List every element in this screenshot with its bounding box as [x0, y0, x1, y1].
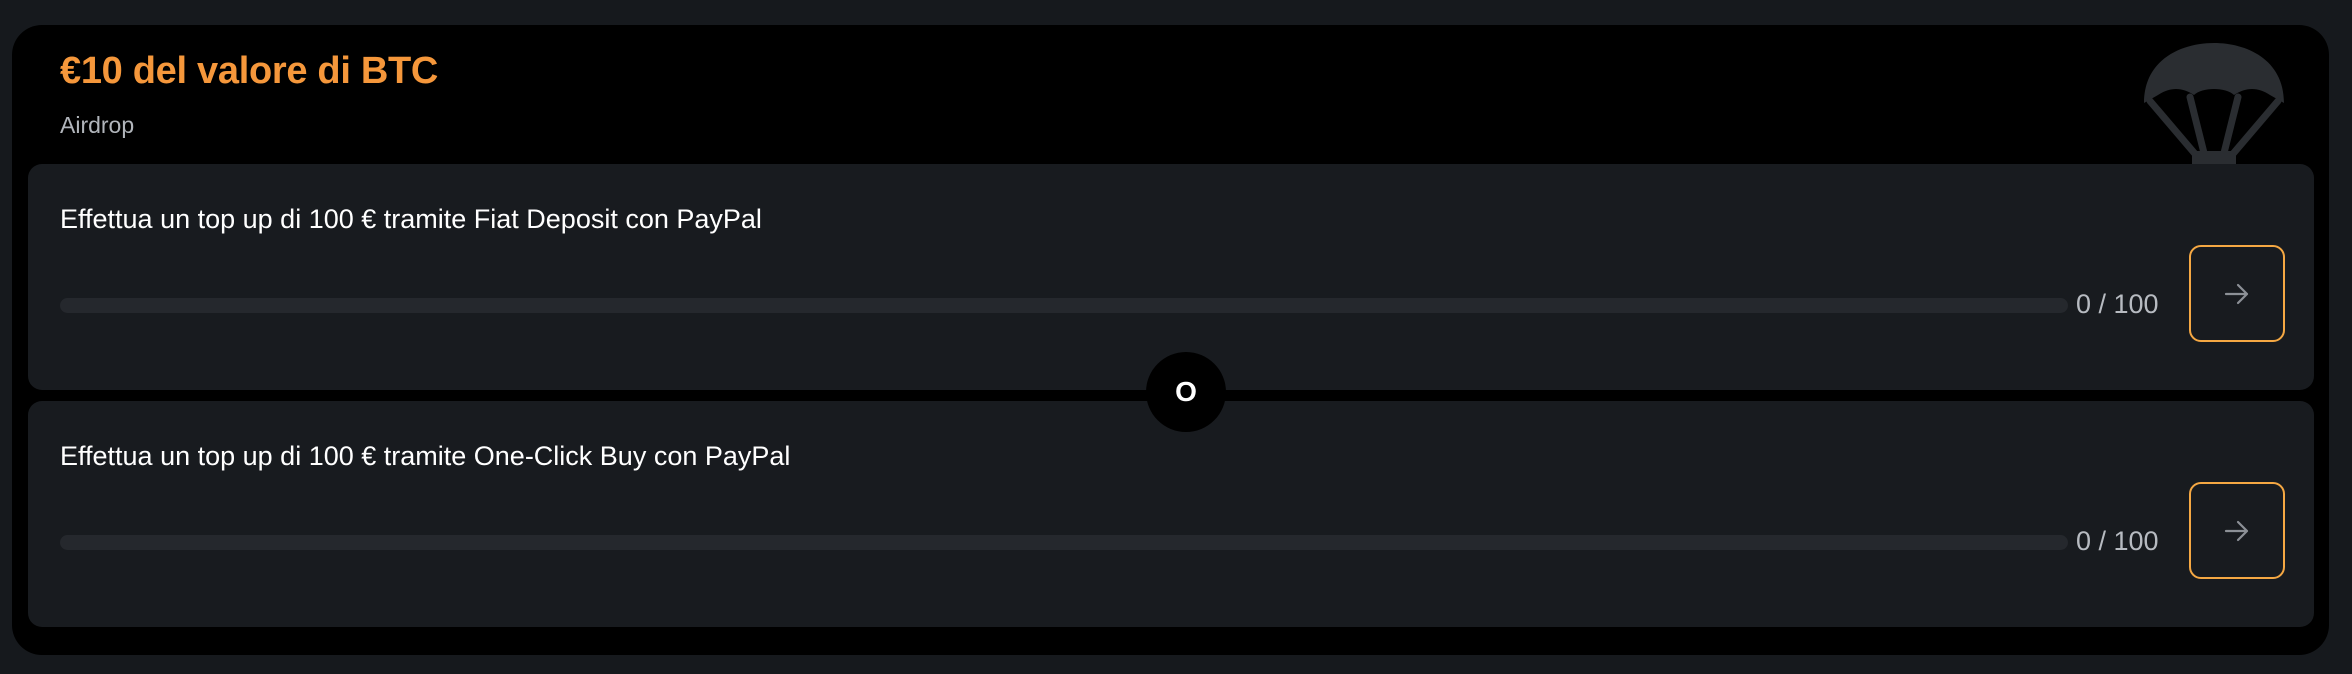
reward-title: €10 del valore di BTC	[60, 50, 439, 92]
progress-bar	[60, 535, 2068, 550]
reward-card: €10 del valore di BTC Airdrop Effettua u…	[12, 25, 2329, 655]
reward-subtitle: Airdrop	[60, 112, 135, 138]
progress-count: 0 / 100	[2076, 289, 2159, 319]
arrow-right-icon	[2224, 520, 2249, 541]
or-separator: O	[1146, 352, 1226, 432]
page: €10 del valore di BTC Airdrop Effettua u…	[0, 0, 2352, 674]
go-to-task-button[interactable]	[2189, 245, 2285, 342]
task-card-one-click-buy: Effettua un top up di 100 € tramite One-…	[28, 401, 2314, 627]
arrow-right-icon	[2224, 283, 2249, 304]
go-to-task-button[interactable]	[2189, 482, 2285, 579]
parachute-icon	[2144, 43, 2284, 175]
task-label: Effettua un top up di 100 € tramite Fiat…	[60, 204, 762, 234]
progress-bar	[60, 298, 2068, 313]
task-label: Effettua un top up di 100 € tramite One-…	[60, 441, 791, 471]
progress-count: 0 / 100	[2076, 526, 2159, 556]
